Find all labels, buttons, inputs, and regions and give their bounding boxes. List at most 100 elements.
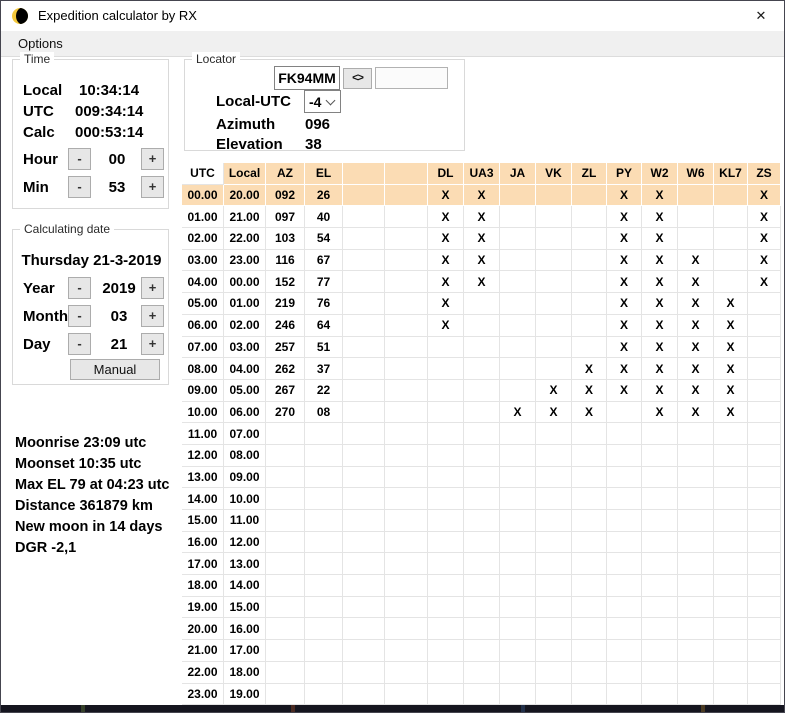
table-cell <box>305 553 343 576</box>
table-cell: 03.00 <box>224 336 266 359</box>
table-row: 00.00 20.00 092 26 X X X X X <box>182 184 781 207</box>
table-cell: 08 <box>305 401 343 424</box>
table-cell <box>266 683 305 706</box>
table-cell <box>305 661 343 684</box>
month-minus-button[interactable]: - <box>68 305 91 327</box>
table-cell <box>500 661 536 684</box>
local-utc-select[interactable]: -4 <box>304 90 341 113</box>
table-cell: X <box>607 314 642 337</box>
table-cell <box>428 640 464 662</box>
table-cell <box>572 661 607 684</box>
table-cell: X <box>678 271 714 294</box>
table-cell <box>536 531 572 554</box>
day-minus-button[interactable]: - <box>68 333 91 355</box>
table-header-cell: PY <box>607 163 642 185</box>
table-row: 04.00 00.00 152 77 X X X X X X <box>182 271 781 294</box>
table-cell <box>678 206 714 229</box>
table-cell <box>500 640 536 662</box>
table-cell: 22 <box>305 379 343 402</box>
table-cell <box>343 379 385 402</box>
table-cell: 51 <box>305 336 343 359</box>
table-cell: 19.00 <box>182 596 224 619</box>
table-cell <box>385 423 428 445</box>
close-icon[interactable]: ✕ <box>738 1 784 31</box>
swap-locator-button[interactable]: <> <box>343 68 372 89</box>
table-cell <box>500 466 536 489</box>
table-cell <box>428 596 464 619</box>
year-value: 2019 <box>102 280 136 297</box>
table-cell <box>678 510 714 532</box>
table-cell: 19.00 <box>224 683 266 706</box>
min-plus-button[interactable]: + <box>141 176 164 198</box>
azimuth-value: 096 <box>305 116 331 133</box>
min-minus-button[interactable]: - <box>68 176 91 198</box>
table-cell <box>428 618 464 641</box>
table-row: 13.00 09.00 <box>182 466 781 489</box>
table-header-row: UTC Local AZ EL DL UA3 JA VK ZL PY W2 W6 KL7 ZS <box>182 163 781 185</box>
table-cell: 16.00 <box>224 618 266 641</box>
date-groupbox: Calculating date Thursday 21-3-2019 Year… <box>12 222 169 385</box>
min-label: Min <box>23 179 49 196</box>
table-cell: 262 <box>266 358 305 380</box>
table-cell <box>678 466 714 489</box>
table-header-cell: UA3 <box>464 163 500 185</box>
table-cell <box>343 596 385 619</box>
table-cell <box>343 661 385 684</box>
table-cell <box>536 206 572 229</box>
table-cell: X <box>642 249 678 272</box>
table-cell: X <box>678 401 714 424</box>
table-row: 05.00 01.00 219 76 X X X X X <box>182 293 781 315</box>
table-cell <box>678 683 714 706</box>
table-cell <box>500 423 536 445</box>
table-cell <box>343 510 385 532</box>
table-cell <box>500 228 536 250</box>
hour-minus-button[interactable]: - <box>68 148 91 170</box>
table-cell: X <box>714 358 748 380</box>
table-cell <box>642 661 678 684</box>
table-cell: X <box>748 206 781 229</box>
table-cell: X <box>642 401 678 424</box>
month-plus-button[interactable]: + <box>141 305 164 327</box>
table-cell: 08.00 <box>224 444 266 467</box>
hour-plus-button[interactable]: + <box>141 148 164 170</box>
table-cell <box>500 488 536 510</box>
table-cell <box>464 640 500 662</box>
table-cell <box>536 314 572 337</box>
table-cell <box>266 510 305 532</box>
table-cell <box>266 640 305 662</box>
table-cell: X <box>428 206 464 229</box>
table-cell <box>678 184 714 207</box>
locator-input[interactable] <box>274 66 340 90</box>
month-label: Month <box>23 308 68 325</box>
target-locator-input[interactable] <box>375 67 448 89</box>
table-cell <box>714 618 748 641</box>
table-cell <box>748 336 781 359</box>
table-cell: 219 <box>266 293 305 315</box>
year-plus-button[interactable]: + <box>141 277 164 299</box>
table-row: 21.00 17.00 <box>182 640 781 662</box>
table-cell <box>748 379 781 402</box>
table-cell: X <box>748 249 781 272</box>
year-minus-button[interactable]: - <box>68 277 91 299</box>
table-row: 17.00 13.00 <box>182 553 781 576</box>
table-cell <box>607 488 642 510</box>
day-plus-button[interactable]: + <box>141 333 164 355</box>
table-cell: X <box>714 379 748 402</box>
table-cell <box>678 488 714 510</box>
moon-info-line: New moon in 14 days <box>15 519 163 535</box>
table-cell: X <box>536 379 572 402</box>
table-cell <box>572 271 607 294</box>
manual-button[interactable]: Manual <box>70 359 160 380</box>
table-cell <box>714 271 748 294</box>
table-cell <box>500 336 536 359</box>
table-cell <box>572 531 607 554</box>
table-cell <box>572 314 607 337</box>
table-cell: 20.00 <box>224 184 266 207</box>
table-row: 10.00 06.00 270 08 X X X X X X <box>182 401 781 424</box>
table-cell: X <box>464 228 500 250</box>
table-cell <box>428 661 464 684</box>
table-cell: X <box>678 336 714 359</box>
table-cell <box>464 423 500 445</box>
table-cell: X <box>607 293 642 315</box>
moon-info: Moonrise 23:09 utc Moonset 10:35 utc Max… <box>15 433 169 559</box>
